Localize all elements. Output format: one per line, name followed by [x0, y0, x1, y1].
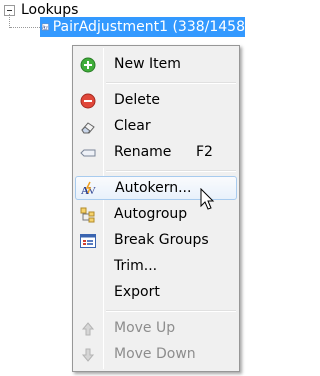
menu-item-label: Clear	[114, 118, 151, 134]
menu-item-label: New Item	[114, 56, 181, 72]
menu-item-rename[interactable]: Rename F2	[75, 141, 237, 165]
arrow-up-icon	[81, 322, 95, 336]
menu-item-label: Move Up	[114, 320, 176, 336]
menu-item-label: Autogroup	[114, 206, 188, 222]
menu-item-label: Autokern...	[115, 180, 192, 196]
screen: Lookups A V PairAdjustment1 (338/1458 Ne…	[0, 0, 245, 376]
menu-item-label: Export	[114, 284, 160, 300]
tree-node-pair-adjustment[interactable]: A V PairAdjustment1 (338/1458	[40, 17, 245, 37]
delete-icon	[80, 93, 96, 109]
menu-item-label: Move Down	[114, 346, 196, 362]
menu-separator	[106, 310, 236, 312]
eraser-icon	[81, 122, 95, 134]
menu-item-move-down: Move Down	[75, 343, 237, 367]
break-groups-icon	[80, 234, 96, 248]
menu-item-export[interactable]: Export	[75, 281, 237, 305]
tree-node-label: Lookups	[21, 2, 79, 18]
menu-item-label: Delete	[114, 92, 160, 108]
autogroup-icon	[80, 207, 95, 223]
menu-item-delete[interactable]: Delete	[75, 89, 237, 113]
menu-item-label: Trim...	[114, 258, 158, 274]
pair-adjustment-icon: A V	[42, 23, 49, 31]
menu-separator	[106, 170, 236, 172]
menu-separator	[106, 82, 236, 84]
menu-item-label: Break Groups	[114, 232, 209, 248]
menu-item-clear[interactable]: Clear	[75, 115, 237, 139]
tree-node-label: PairAdjustment1 (338/1458	[52, 19, 245, 35]
tree-connector	[10, 27, 40, 28]
menu-item-label: Rename	[114, 144, 172, 160]
menu-item-break-groups[interactable]: Break Groups	[75, 229, 237, 253]
arrow-down-icon	[81, 348, 95, 362]
autokern-icon: A V	[81, 181, 96, 197]
menu-item-new-item[interactable]: New Item	[75, 53, 237, 77]
mouse-pointer-icon	[200, 188, 215, 210]
new-item-icon	[80, 57, 96, 73]
menu-item-shortcut: F2	[196, 144, 213, 160]
rename-icon	[80, 149, 96, 157]
menu-item-move-up: Move Up	[75, 317, 237, 341]
tree-connector	[9, 14, 10, 28]
menu-item-trim[interactable]: Trim...	[75, 255, 237, 279]
